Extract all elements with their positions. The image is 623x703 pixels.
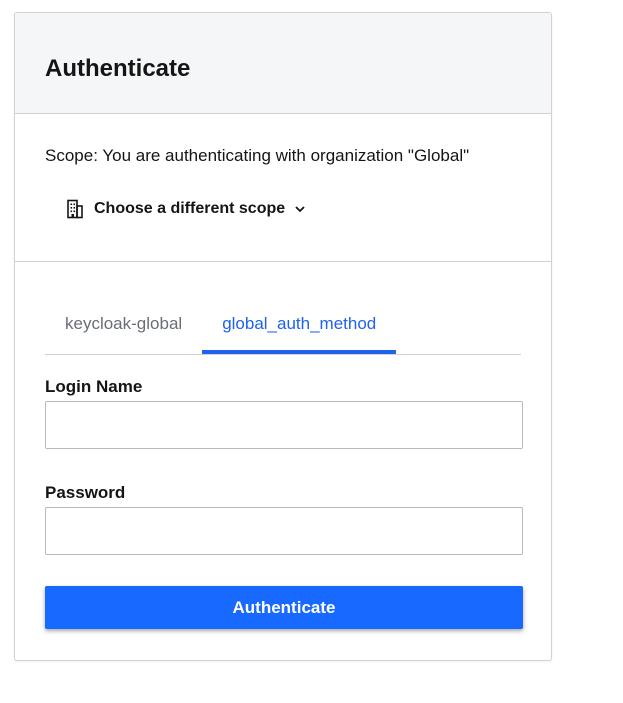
login-name-label: Login Name	[45, 377, 143, 396]
page-title: Authenticate	[45, 55, 191, 82]
tab-keycloak-global[interactable]: keycloak-global	[45, 306, 202, 354]
choose-scope-label: Choose a different scope	[94, 200, 286, 217]
scope-description: Scope: You are authenticating with organ…	[45, 146, 470, 165]
tab-global-auth-method[interactable]: global_auth_method	[202, 306, 397, 354]
auth-method-tabs: keycloak-global global_auth_method	[45, 306, 521, 355]
chevron-down-icon	[294, 203, 306, 215]
login-name-input[interactable]	[45, 401, 523, 449]
authenticate-button[interactable]: Authenticate	[45, 586, 523, 629]
password-input[interactable]	[45, 507, 523, 555]
choose-scope-button[interactable]: Choose a different scope	[65, 199, 306, 219]
scope-section: Scope: You are authenticating with organ…	[15, 114, 551, 262]
building-icon	[65, 199, 85, 219]
login-card: Authenticate Scope: You are authenticati…	[14, 12, 552, 661]
auth-form: keycloak-global global_auth_method Login…	[15, 306, 551, 629]
password-label: Password	[45, 483, 126, 502]
card-header: Authenticate	[15, 13, 551, 114]
